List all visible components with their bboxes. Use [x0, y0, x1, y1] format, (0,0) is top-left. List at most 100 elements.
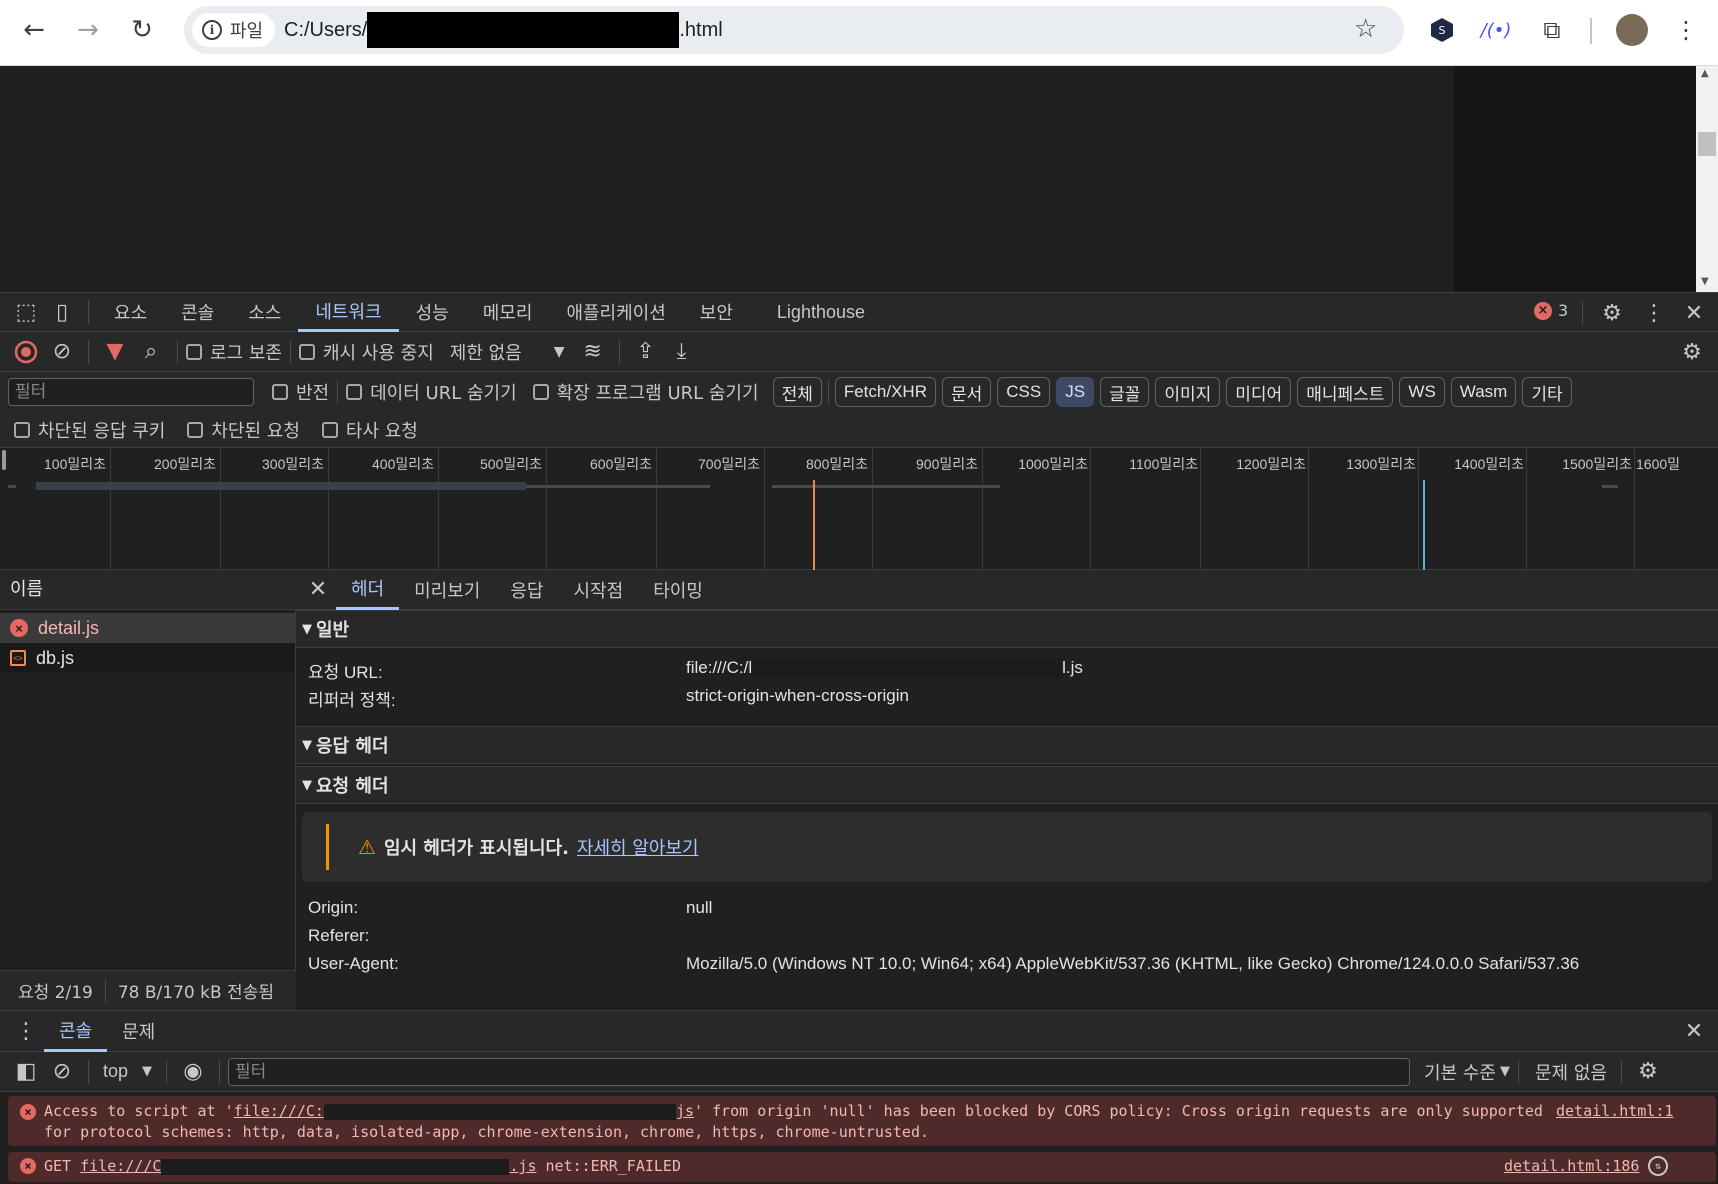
- checkbox-box[interactable]: [346, 384, 363, 400]
- tab-initiator[interactable]: 시작점: [559, 570, 639, 610]
- file-link[interactable]: file:///C:: [234, 1102, 324, 1120]
- close-drawer-icon[interactable]: ✕: [1676, 1013, 1712, 1049]
- third-party-checkbox[interactable]: 타사 요청: [321, 417, 418, 443]
- tab-application[interactable]: 애플리케이션: [549, 293, 682, 332]
- checkbox-box[interactable]: [321, 421, 338, 438]
- request-row[interactable]: × detail.js: [0, 613, 295, 643]
- tab-security[interactable]: 보안: [683, 293, 750, 332]
- blocked-cookies-checkbox[interactable]: 차단된 응답 쿠키: [14, 417, 165, 443]
- tab-performance[interactable]: 성능: [399, 293, 466, 332]
- tab-headers[interactable]: 헤더: [336, 570, 400, 610]
- settings-gear-icon[interactable]: ⚙: [1594, 295, 1630, 331]
- log-levels-select[interactable]: 기본 수준 ▼: [1424, 1059, 1510, 1085]
- console-filter-input[interactable]: 필터: [228, 1057, 1411, 1086]
- source-link[interactable]: detail.html:186: [1504, 1157, 1639, 1175]
- drawer-tab-issues[interactable]: 문제: [107, 1011, 170, 1051]
- type-wasm[interactable]: Wasm: [1450, 377, 1517, 407]
- scroll-up-icon[interactable]: ▲: [1701, 68, 1709, 79]
- type-manifest[interactable]: 매니페스트: [1297, 377, 1394, 407]
- scrollbar-thumb[interactable]: [1698, 132, 1716, 156]
- section-response-headers[interactable]: ▼ 응답 헤더: [296, 726, 1718, 764]
- reload-icon[interactable]: ↻: [122, 10, 162, 50]
- drawer-tab-console[interactable]: 콘솔: [44, 1011, 108, 1052]
- checkbox-box[interactable]: [298, 343, 315, 360]
- section-request-headers[interactable]: ▼ 요청 헤더: [296, 766, 1718, 804]
- type-font[interactable]: 글꼴: [1100, 377, 1150, 407]
- clear-icon[interactable]: ⊘: [44, 334, 80, 370]
- network-overview-timeline[interactable]: 100밀리초 200밀리초 300밀리초 400밀리초 500밀리초 600밀리…: [0, 448, 1718, 570]
- column-header-name[interactable]: 이름: [0, 570, 296, 610]
- tab-lighthouse[interactable]: Lighthouse: [760, 293, 882, 332]
- site-info-chip[interactable]: i 파일: [192, 13, 276, 47]
- console-settings-gear-icon[interactable]: ⚙: [1630, 1054, 1666, 1090]
- section-general-header[interactable]: ▼ 일반: [296, 610, 1718, 648]
- disable-cache-checkbox[interactable]: 캐시 사용 중지: [298, 339, 434, 365]
- hide-data-urls-checkbox[interactable]: 데이터 URL 숨기기: [346, 379, 517, 405]
- network-settings-gear-icon[interactable]: ⚙: [1674, 334, 1710, 370]
- blocked-requests-checkbox[interactable]: 차단된 요청: [187, 417, 300, 443]
- file-link[interactable]: js: [676, 1102, 694, 1120]
- checkbox-box[interactable]: [14, 421, 30, 438]
- checkbox-box[interactable]: [186, 343, 202, 360]
- inspect-element-icon[interactable]: ⬚: [8, 294, 44, 330]
- import-har-icon[interactable]: ⇪: [628, 334, 664, 370]
- extension-code-icon[interactable]: /(•): [1478, 12, 1514, 48]
- type-media[interactable]: 미디어: [1226, 377, 1292, 407]
- clear-console-icon[interactable]: ⊘: [44, 1054, 80, 1090]
- url-text[interactable]: C:/Users/ .html: [284, 6, 723, 54]
- tab-preview[interactable]: 미리보기: [399, 570, 495, 610]
- file-link[interactable]: file:///C: [80, 1157, 161, 1175]
- invert-checkbox[interactable]: 반전: [272, 379, 329, 405]
- error-counter[interactable]: × 3: [1534, 301, 1568, 320]
- file-link[interactable]: .js: [509, 1157, 536, 1175]
- type-fetch-xhr[interactable]: Fetch/XHR: [834, 377, 936, 407]
- drawer-menu-icon[interactable]: ⋮: [8, 1013, 44, 1049]
- checkbox-box[interactable]: [187, 421, 204, 438]
- sidebar-toggle-icon[interactable]: ◧: [8, 1054, 44, 1090]
- type-all[interactable]: 전체: [772, 377, 822, 407]
- throttle-select[interactable]: 제한 없음 ▼: [450, 339, 565, 365]
- back-icon[interactable]: ←: [14, 10, 54, 50]
- context-select[interactable]: top ▼: [103, 1061, 152, 1082]
- filter-funnel-icon[interactable]: ▼: [97, 334, 133, 370]
- hide-ext-urls-checkbox[interactable]: 확장 프로그램 URL 숨기기: [532, 379, 759, 405]
- tab-memory[interactable]: 메모리: [466, 293, 550, 332]
- record-stop-icon[interactable]: [8, 334, 44, 370]
- type-js[interactable]: JS: [1056, 377, 1095, 407]
- bookmark-star-icon[interactable]: ☆: [1354, 14, 1377, 44]
- extensions-puzzle-icon[interactable]: ⧉: [1534, 12, 1570, 48]
- preserve-log-checkbox[interactable]: 로그 보존: [186, 339, 282, 365]
- checkbox-box[interactable]: [532, 384, 549, 400]
- issues-counter[interactable]: 문제 없음: [1535, 1059, 1607, 1085]
- live-expression-eye-icon[interactable]: ◉: [175, 1054, 211, 1090]
- tab-timing[interactable]: 타이밍: [638, 570, 718, 610]
- omnibox[interactable]: i 파일 C:/Users/ .html ☆: [184, 6, 1404, 54]
- network-conditions-icon[interactable]: ≋: [575, 334, 611, 370]
- more-vert-icon[interactable]: ⋮: [1668, 12, 1704, 48]
- source-link[interactable]: detail.html:1: [1556, 1102, 1673, 1120]
- learn-more-link[interactable]: 자세히 알아보기: [577, 834, 699, 860]
- tab-response[interactable]: 응답: [495, 570, 558, 610]
- export-har-icon[interactable]: ⤓: [664, 334, 700, 370]
- page-scrollbar[interactable]: ▲ ▼: [1696, 66, 1718, 292]
- device-toolbar-icon[interactable]: ▯: [44, 294, 80, 330]
- network-request-icon[interactable]: ⇅: [1648, 1156, 1668, 1176]
- tab-elements[interactable]: 요소: [97, 293, 164, 332]
- type-ws[interactable]: WS: [1399, 377, 1445, 407]
- scroll-down-icon[interactable]: ▼: [1701, 276, 1709, 287]
- tab-sources[interactable]: 소스: [231, 293, 298, 332]
- forward-icon[interactable]: →: [68, 10, 108, 50]
- type-css[interactable]: CSS: [997, 377, 1051, 407]
- more-vert-icon[interactable]: ⋮: [1636, 295, 1672, 331]
- checkbox-box[interactable]: [272, 384, 288, 400]
- network-filter-input[interactable]: 필터: [8, 378, 254, 406]
- timeline-handle[interactable]: [2, 450, 6, 470]
- search-icon[interactable]: ⌕: [133, 334, 169, 370]
- close-icon[interactable]: ✕: [1676, 295, 1712, 331]
- extension-hex-icon[interactable]: S: [1424, 12, 1460, 48]
- tab-network[interactable]: 네트워크: [298, 293, 399, 332]
- type-other[interactable]: 기타: [1522, 377, 1572, 407]
- request-row[interactable]: <> db.js: [0, 643, 295, 673]
- tab-console[interactable]: 콘솔: [164, 293, 231, 332]
- type-img[interactable]: 이미지: [1155, 377, 1221, 407]
